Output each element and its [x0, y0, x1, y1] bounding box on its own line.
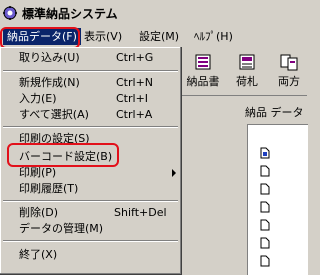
toolbar-both-label: 両方 [278, 75, 300, 88]
menu-item-print-label: 印刷(P) [19, 166, 57, 179]
menu-item-input-shortcut: Ctrl+I [116, 92, 149, 105]
toolbar: 納品書 荷札 両方 [181, 47, 307, 96]
menu-item-print[interactable]: 印刷(P) [0, 165, 181, 181]
menu-item-new-label: 新規作成(N) [19, 76, 80, 89]
document-icon [260, 165, 270, 177]
menu-item-data-management-label: データの管理(M) [19, 222, 104, 235]
menu-highlight-box [0, 27, 80, 49]
tag-icon [239, 54, 255, 70]
menu-item-delete[interactable]: 削除(D) Shift+Del [0, 205, 181, 221]
document-icon [260, 147, 270, 159]
toolbar-tag-label: 荷札 [236, 75, 258, 88]
right-pane: 納品 データ [181, 96, 308, 275]
menu-item-print-history[interactable]: 印刷履歴(T) [0, 181, 181, 197]
document-icon [260, 237, 270, 249]
menu-separator [3, 200, 178, 202]
menu-item-import-label: 取り込み(U) [19, 51, 80, 64]
document-icon [260, 183, 270, 195]
menu-settings[interactable]: 設定(M) [135, 28, 183, 45]
app-gear-icon[interactable] [2, 5, 18, 21]
both-icon [280, 54, 298, 71]
document-icon [260, 219, 270, 231]
submenu-arrow-icon [172, 169, 176, 177]
menu-item-exit[interactable]: 終了(X) [0, 247, 181, 263]
window-title: 標準納品システム [22, 7, 118, 21]
pane-header: 納品 データ [245, 106, 304, 119]
toolbar-tag-button[interactable]: 荷札 [227, 51, 267, 91]
menu-item-new-shortcut: Ctrl+N [116, 76, 154, 89]
menu-item-select-all-shortcut: Ctrl+A [116, 108, 153, 121]
menu-separator [3, 126, 178, 128]
toolbar-invoice-label: 納品書 [186, 75, 220, 88]
barcode-highlight-box [7, 143, 119, 167]
menu-item-new[interactable]: 新規作成(N) Ctrl+N [0, 75, 181, 91]
menu-item-select-all-label: すべて選択(A) [19, 108, 89, 121]
menu-item-delete-label: 削除(D) [19, 206, 59, 219]
document-icon [260, 255, 270, 267]
data-tree[interactable] [247, 124, 308, 275]
menu-item-input-label: 入力(E) [19, 92, 57, 105]
menu-item-print-history-label: 印刷履歴(T) [19, 182, 79, 195]
menu-view[interactable]: 表示(V) [80, 28, 126, 45]
menu-item-import[interactable]: 取り込み(U) Ctrl+G [0, 50, 181, 66]
invoice-icon [195, 54, 211, 70]
menu-separator [3, 240, 178, 242]
menu-item-import-shortcut: Ctrl+G [116, 51, 154, 64]
title-bar[interactable]: 標準納品システム [0, 0, 307, 26]
toolbar-invoice-button[interactable]: 納品書 [183, 51, 223, 91]
menu-help[interactable]: ﾍﾙﾌﾟ(H) [190, 28, 237, 45]
menu-separator [3, 70, 178, 72]
menu-item-delete-shortcut: Shift+Del [114, 206, 167, 219]
menu-item-data-management[interactable]: データの管理(M) [0, 221, 181, 237]
menu-item-exit-label: 終了(X) [19, 248, 58, 261]
toolbar-both-button[interactable]: 両方 [269, 51, 309, 91]
menu-item-input[interactable]: 入力(E) Ctrl+I [0, 91, 181, 107]
document-icon [260, 201, 270, 213]
menu-item-select-all[interactable]: すべて選択(A) Ctrl+A [0, 107, 181, 123]
